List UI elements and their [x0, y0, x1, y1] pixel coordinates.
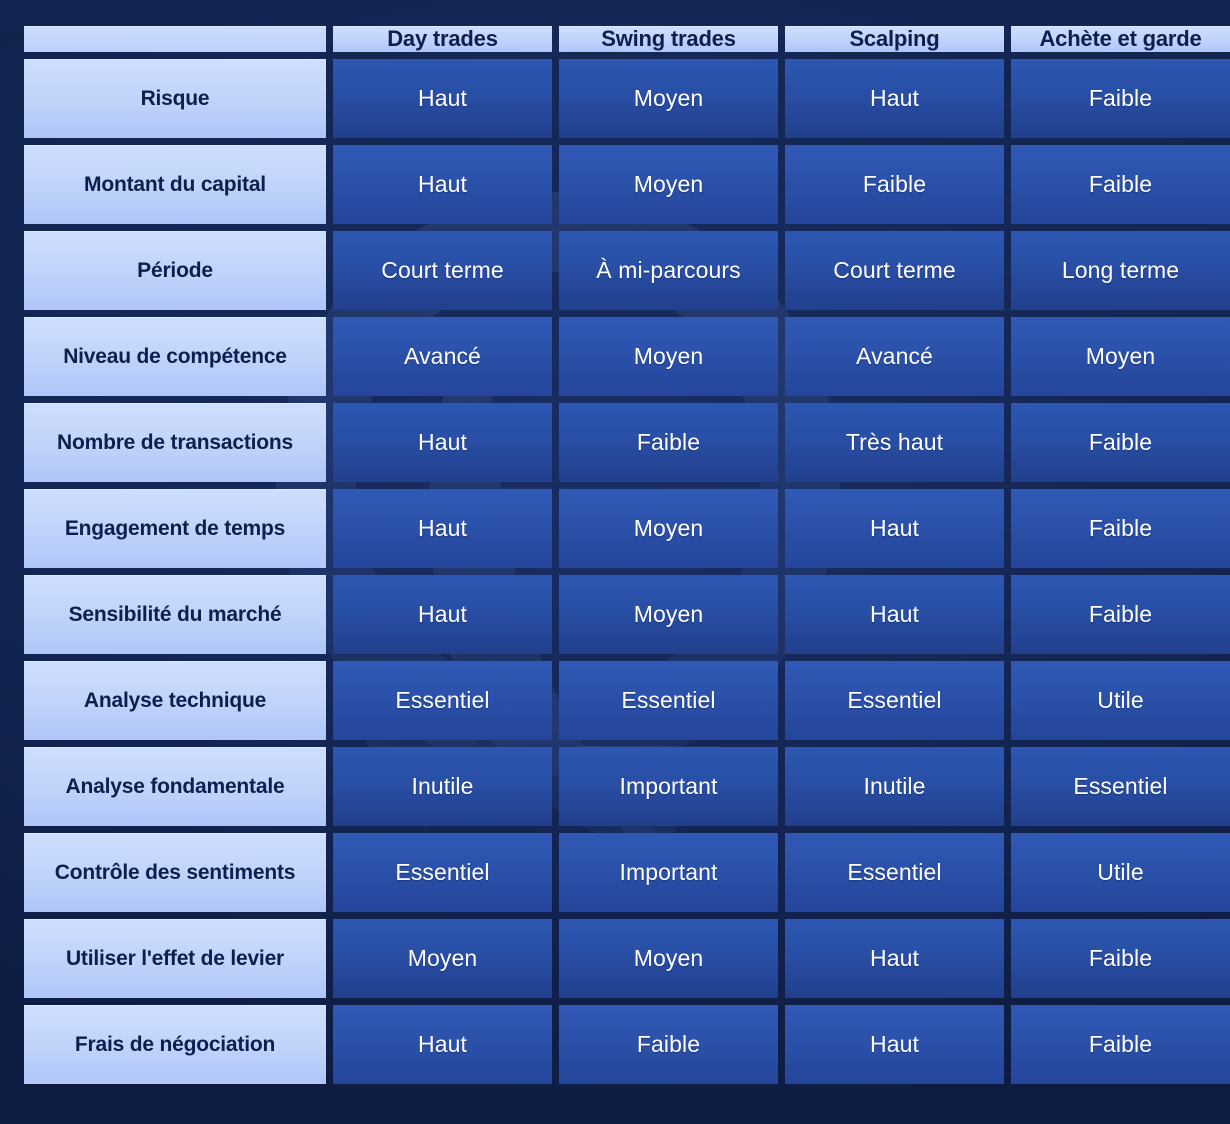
table-row: Analyse technique Essentiel Essentiel Es…: [24, 661, 1230, 740]
cell-value: Moyen: [1011, 317, 1230, 396]
row-label: Sensibilité du marché: [24, 575, 326, 654]
table-row: Sensibilité du marché Haut Moyen Haut Fa…: [24, 575, 1230, 654]
cell-value: Essentiel: [785, 661, 1004, 740]
cell-value: Haut: [785, 489, 1004, 568]
column-header-scalping: Scalping: [785, 26, 1004, 52]
trading-styles-comparison-table: Day trades Swing trades Scalping Achète …: [17, 19, 1230, 1091]
cell-value: Faible: [559, 1005, 778, 1084]
cell-value: Faible: [559, 403, 778, 482]
column-header-achete-et-garde: Achète et garde: [1011, 26, 1230, 52]
row-label: Engagement de temps: [24, 489, 326, 568]
row-label: Niveau de compétence: [24, 317, 326, 396]
row-label: Contrôle des sentiments: [24, 833, 326, 912]
cell-value: Essentiel: [1011, 747, 1230, 826]
row-label: Nombre de transactions: [24, 403, 326, 482]
comparison-table-container: Day trades Swing trades Scalping Achète …: [24, 26, 1230, 1098]
cell-value: À mi-parcours: [559, 231, 778, 310]
cell-value: Moyen: [559, 919, 778, 998]
cell-value: Moyen: [559, 489, 778, 568]
cell-value: Inutile: [333, 747, 552, 826]
table-row: Niveau de compétence Avancé Moyen Avancé…: [24, 317, 1230, 396]
cell-value: Moyen: [559, 575, 778, 654]
cell-value: Haut: [333, 145, 552, 224]
cell-value: Haut: [333, 489, 552, 568]
cell-value: Long terme: [1011, 231, 1230, 310]
table-row: Période Court terme À mi-parcours Court …: [24, 231, 1230, 310]
column-header-day-trades: Day trades: [333, 26, 552, 52]
cell-value: Moyen: [333, 919, 552, 998]
column-header-swing-trades: Swing trades: [559, 26, 778, 52]
row-label: Risque: [24, 59, 326, 138]
row-label: Analyse technique: [24, 661, 326, 740]
cell-value: Court terme: [785, 231, 1004, 310]
cell-value: Utile: [1011, 661, 1230, 740]
cell-value: Essentiel: [785, 833, 1004, 912]
cell-value: Faible: [1011, 403, 1230, 482]
cell-value: Faible: [1011, 489, 1230, 568]
cell-value: Haut: [333, 403, 552, 482]
cell-value: Haut: [785, 919, 1004, 998]
row-label: Période: [24, 231, 326, 310]
cell-value: Faible: [1011, 575, 1230, 654]
table-row: Utiliser l'effet de levier Moyen Moyen H…: [24, 919, 1230, 998]
cell-value: Très haut: [785, 403, 1004, 482]
cell-value: Faible: [785, 145, 1004, 224]
table-row: Engagement de temps Haut Moyen Haut Faib…: [24, 489, 1230, 568]
cell-value: Essentiel: [559, 661, 778, 740]
table-row: Frais de négociation Haut Faible Haut Fa…: [24, 1005, 1230, 1084]
cell-value: Moyen: [559, 317, 778, 396]
cell-value: Utile: [1011, 833, 1230, 912]
cell-value: Avancé: [333, 317, 552, 396]
cell-value: Inutile: [785, 747, 1004, 826]
cell-value: Important: [559, 747, 778, 826]
table-row: Nombre de transactions Haut Faible Très …: [24, 403, 1230, 482]
cell-value: Court terme: [333, 231, 552, 310]
table-row: Montant du capital Haut Moyen Faible Fai…: [24, 145, 1230, 224]
cell-value: Faible: [1011, 145, 1230, 224]
cell-value: Faible: [1011, 59, 1230, 138]
cell-value: Essentiel: [333, 833, 552, 912]
cell-value: Important: [559, 833, 778, 912]
cell-value: Essentiel: [333, 661, 552, 740]
table-corner-cell: [24, 26, 326, 52]
cell-value: Haut: [333, 575, 552, 654]
cell-value: Moyen: [559, 145, 778, 224]
row-label: Analyse fondamentale: [24, 747, 326, 826]
cell-value: Faible: [1011, 919, 1230, 998]
cell-value: Haut: [333, 59, 552, 138]
table-header-row: Day trades Swing trades Scalping Achète …: [24, 26, 1230, 52]
cell-value: Haut: [785, 1005, 1004, 1084]
table-row: Risque Haut Moyen Haut Faible: [24, 59, 1230, 138]
table-row: Analyse fondamentale Inutile Important I…: [24, 747, 1230, 826]
table-row: Contrôle des sentiments Essentiel Import…: [24, 833, 1230, 912]
cell-value: Haut: [785, 575, 1004, 654]
cell-value: Avancé: [785, 317, 1004, 396]
row-label: Frais de négociation: [24, 1005, 326, 1084]
cell-value: Haut: [333, 1005, 552, 1084]
cell-value: Moyen: [559, 59, 778, 138]
row-label: Montant du capital: [24, 145, 326, 224]
cell-value: Haut: [785, 59, 1004, 138]
cell-value: Faible: [1011, 1005, 1230, 1084]
row-label: Utiliser l'effet de levier: [24, 919, 326, 998]
